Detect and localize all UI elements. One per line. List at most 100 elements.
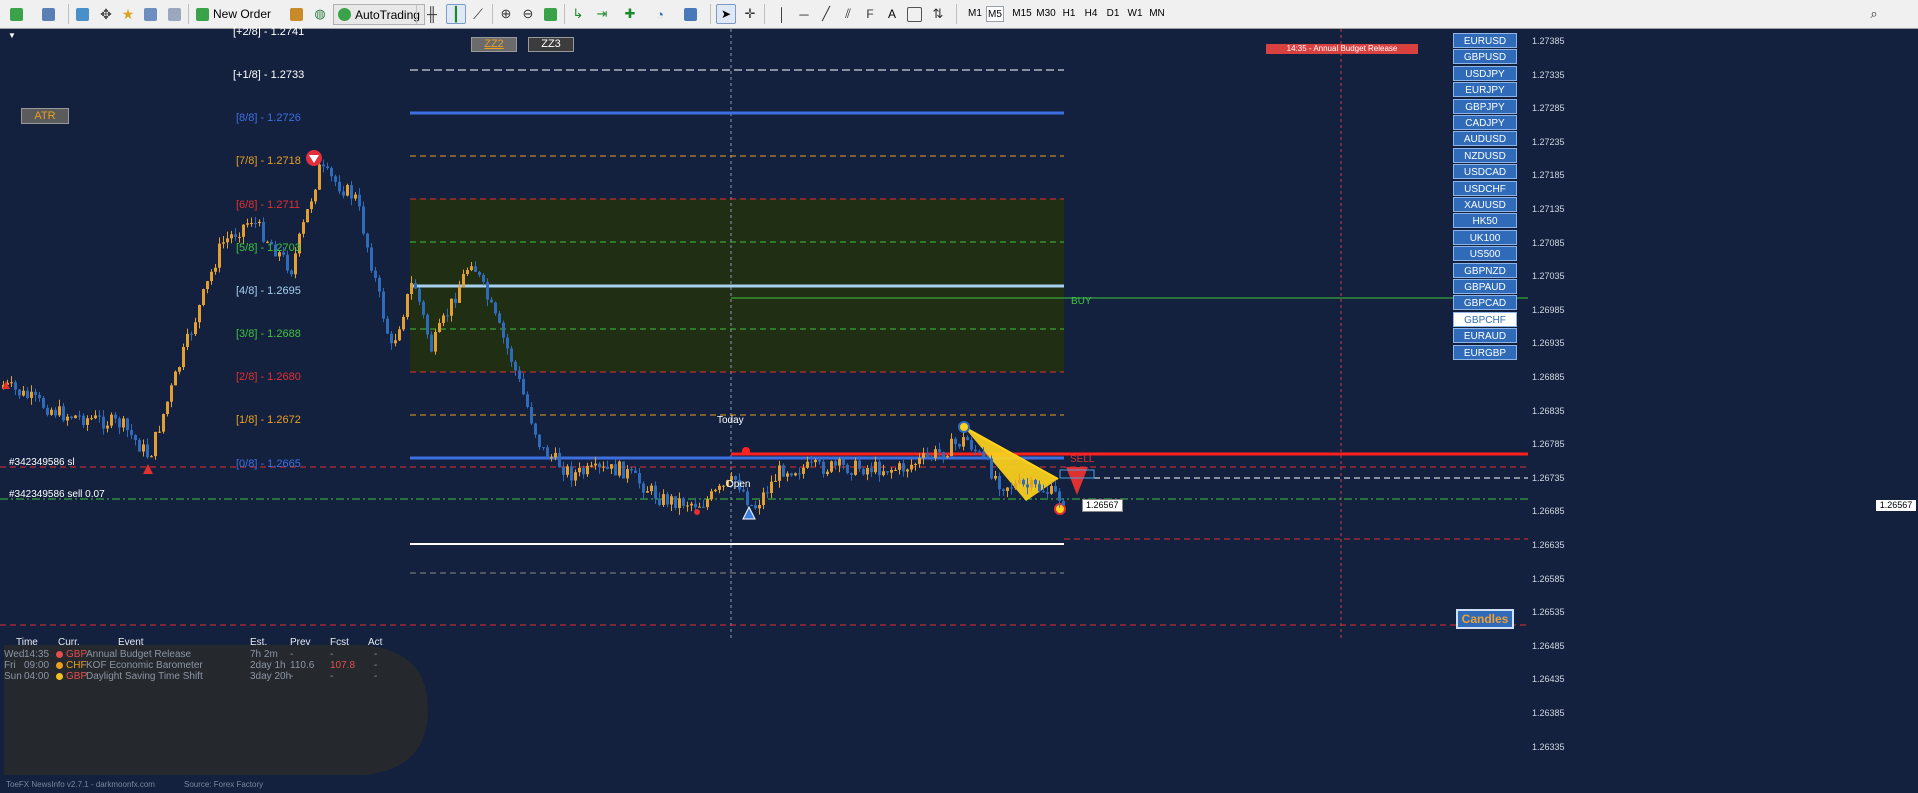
timeframe-w1[interactable]: W1 — [1126, 6, 1144, 22]
metaeditor-icon[interactable] — [286, 4, 306, 24]
symbol-button-cadjpy[interactable]: CADJPY — [1453, 115, 1517, 130]
timeframe-m1[interactable]: M1 — [966, 6, 984, 22]
symbol-button-gbpcad[interactable]: GBPCAD — [1453, 295, 1517, 311]
price-axis-label: 1.26385 — [1532, 708, 1565, 718]
crosshair-icon[interactable]: ✛ — [740, 4, 760, 24]
zoom-in-icon[interactable]: ⊕ — [496, 4, 516, 24]
timeframe-mn[interactable]: MN — [1148, 6, 1166, 22]
zoom-out-icon[interactable]: ⊖ — [518, 4, 538, 24]
text-label-icon[interactable] — [904, 4, 924, 24]
price-axis-label: 1.26635 — [1532, 540, 1565, 550]
new-order-button[interactable]: New Order — [192, 4, 275, 24]
arrows-icon[interactable]: ⇅ — [928, 4, 948, 24]
symbol-button-xauusd[interactable]: XAUUSD — [1453, 197, 1517, 212]
timeframe-d1[interactable]: D1 — [1104, 6, 1122, 22]
candle-body — [230, 234, 233, 239]
candle-body — [950, 438, 953, 457]
search-icon[interactable]: ⌕ — [1864, 4, 1884, 24]
line-chart-icon[interactable]: ⟋ — [468, 4, 488, 24]
symbol-button-gbpusd[interactable]: GBPUSD — [1453, 49, 1517, 65]
candle-body — [790, 473, 793, 476]
autotrading-icon — [338, 8, 351, 21]
news-fcst: 107.8 — [330, 660, 356, 671]
candles-button[interactable]: Candles — [1456, 609, 1514, 629]
news-prev: 110.6 — [290, 660, 315, 671]
candle-body — [966, 437, 969, 441]
text-tool-icon[interactable]: A — [882, 4, 902, 24]
data-window-icon[interactable]: ✥ — [96, 4, 116, 24]
candle-body — [1002, 489, 1005, 491]
candle-body — [350, 185, 353, 199]
candle-body — [430, 334, 433, 352]
price-chart[interactable]: ▼ ZZ2 ZZ3 ATR [+2/8] - 1.2741 [+1/8] - 1… — [0, 26, 1918, 789]
timeframe-m5[interactable]: M5 — [986, 6, 1004, 22]
autotrading-button[interactable]: AutoTrading — [333, 4, 425, 25]
trendline-icon[interactable]: ╱ — [816, 4, 836, 24]
timeframe-m15[interactable]: M15 — [1010, 6, 1034, 22]
symbol-button-hk50[interactable]: HK50 — [1453, 213, 1517, 229]
candlestick-chart-icon[interactable]: ┃ — [446, 4, 466, 24]
price-axis-label: 1.26935 — [1532, 338, 1565, 349]
chart-shift-icon[interactable]: ⇥ — [592, 4, 612, 24]
symbol-button-uk100[interactable]: UK100 — [1453, 229, 1517, 245]
candle-body — [562, 467, 565, 475]
candle-body — [458, 287, 461, 303]
symbol-button-gbpnzd[interactable]: GBPNZD — [1453, 262, 1517, 278]
symbol-button-usdchf[interactable]: USDCHF — [1453, 180, 1517, 196]
symbol-button-eurgbp[interactable]: EURGBP — [1453, 344, 1517, 360]
timeframe-h1[interactable]: H1 — [1060, 6, 1078, 22]
symbol-button-gbpaud[interactable]: GBPAUD — [1453, 279, 1517, 294]
candle-body — [530, 406, 533, 424]
chart-menu-arrow[interactable]: ▼ — [8, 31, 16, 40]
timeframe-h4[interactable]: H4 — [1082, 6, 1100, 22]
candle-body — [474, 266, 477, 272]
candle-body — [1026, 484, 1029, 488]
signals-icon[interactable]: ◍ — [310, 4, 330, 24]
horizontal-line-icon[interactable]: ─ — [794, 4, 814, 24]
zz2-label: ZZ2 — [484, 38, 504, 50]
candle-body — [610, 464, 613, 469]
templates-icon[interactable] — [680, 4, 700, 24]
candle-body — [538, 434, 541, 448]
auto-scroll-icon[interactable]: ↳ — [568, 4, 588, 24]
candle-body — [254, 223, 257, 225]
symbol-button-gbpchf[interactable]: GBPCHF — [1453, 311, 1517, 327]
candle-body — [898, 463, 901, 470]
market-watch-icon[interactable] — [72, 4, 92, 24]
symbol-button-gbpjpy[interactable]: GBPJPY — [1453, 98, 1517, 114]
terminal-icon[interactable] — [140, 4, 160, 24]
strategy-tester-icon[interactable] — [164, 4, 184, 24]
new-chart-icon[interactable] — [6, 4, 26, 24]
bar-chart-icon[interactable]: ╫ — [422, 4, 442, 24]
candle-body — [554, 452, 557, 458]
symbol-button-nzdusd[interactable]: NZDUSD — [1453, 147, 1517, 163]
symbol-button-eurusd[interactable]: EURUSD — [1453, 33, 1517, 48]
price-axis-label: 1.26535 — [1532, 607, 1565, 618]
candle-body — [346, 185, 349, 196]
vertical-line-icon[interactable]: │ — [772, 4, 792, 24]
price-axis-label: 1.26785 — [1532, 439, 1565, 450]
news-currency: GBP — [66, 671, 88, 682]
equidistant-channel-icon[interactable]: ⫽ — [838, 4, 858, 24]
atr-button[interactable]: ATR — [21, 108, 69, 124]
profiles-icon[interactable] — [38, 4, 58, 24]
news-day: Sun — [4, 671, 22, 682]
symbol-button-usdcad[interactable]: USDCAD — [1453, 164, 1517, 180]
fibonacci-icon[interactable]: F — [860, 4, 880, 24]
candle-body — [946, 456, 949, 458]
zz3-button[interactable]: ZZ3 — [528, 37, 574, 52]
axis-price-text: 1.26567 — [1879, 500, 1913, 510]
symbol-button-euraud[interactable]: EURAUD — [1453, 328, 1517, 344]
timeframe-m30[interactable]: M30 — [1034, 6, 1058, 22]
symbol-button-usdjpy[interactable]: USDJPY — [1453, 65, 1517, 81]
cursor-icon[interactable]: ➤ — [716, 4, 736, 24]
symbol-button-audusd[interactable]: AUDUSD — [1453, 131, 1517, 147]
symbol-button-eurjpy[interactable]: EURJPY — [1453, 82, 1517, 98]
periods-icon[interactable]: ◔ — [650, 4, 670, 24]
candle-body — [858, 460, 861, 469]
tile-windows-icon[interactable] — [540, 4, 560, 24]
indicators-icon[interactable]: ✚ — [620, 4, 640, 24]
zz2-button[interactable]: ZZ2 — [471, 37, 517, 52]
symbol-button-us500[interactable]: US500 — [1453, 246, 1517, 262]
navigator-icon[interactable]: ★ — [118, 4, 138, 24]
